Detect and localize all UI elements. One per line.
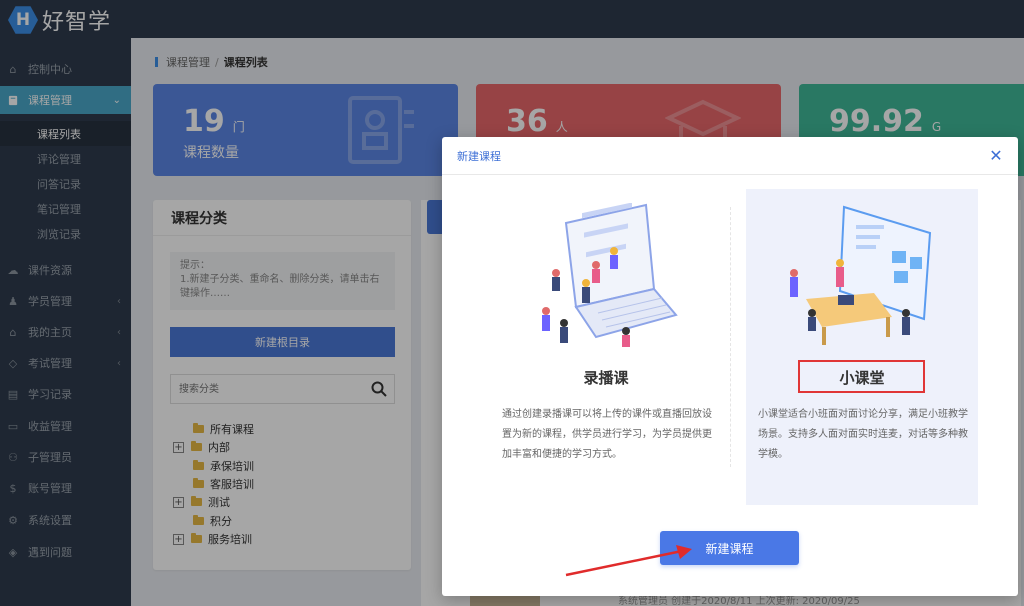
new-course-dialog: 新建课程 ✕ 录播课 通过创建录播课可以将上传的课件或直播回放设置为新的课程，供… [442, 137, 1018, 596]
selection-highlight [798, 360, 925, 393]
option-description: 小课堂适合小班面对面讨论分享，满足小班教学场景。支持多人面对面实时连麦，对话等多… [758, 409, 968, 460]
arrow-annotation-icon [565, 545, 692, 577]
option-small-classroom[interactable]: 小课堂 小课堂适合小班面对面讨论分享，满足小班教学场景。支持多人面对面实时连麦，… [746, 189, 978, 505]
divider [730, 207, 731, 467]
classroom-illustration-icon [790, 205, 932, 345]
option-description: 通过创建录播课可以将上传的课件或直播回放设置为新的课程，供学员进行学习，为学员提… [502, 409, 712, 460]
laptop-illustration-icon [542, 203, 678, 347]
close-icon[interactable]: ✕ [988, 146, 1004, 165]
option-title: 录播课 [583, 369, 629, 387]
option-recorded-course[interactable]: 录播课 通过创建录播课可以将上传的课件或直播回放设置为新的课程，供学员进行学习，… [490, 189, 722, 505]
dialog-title: 新建课程 [442, 137, 1018, 175]
